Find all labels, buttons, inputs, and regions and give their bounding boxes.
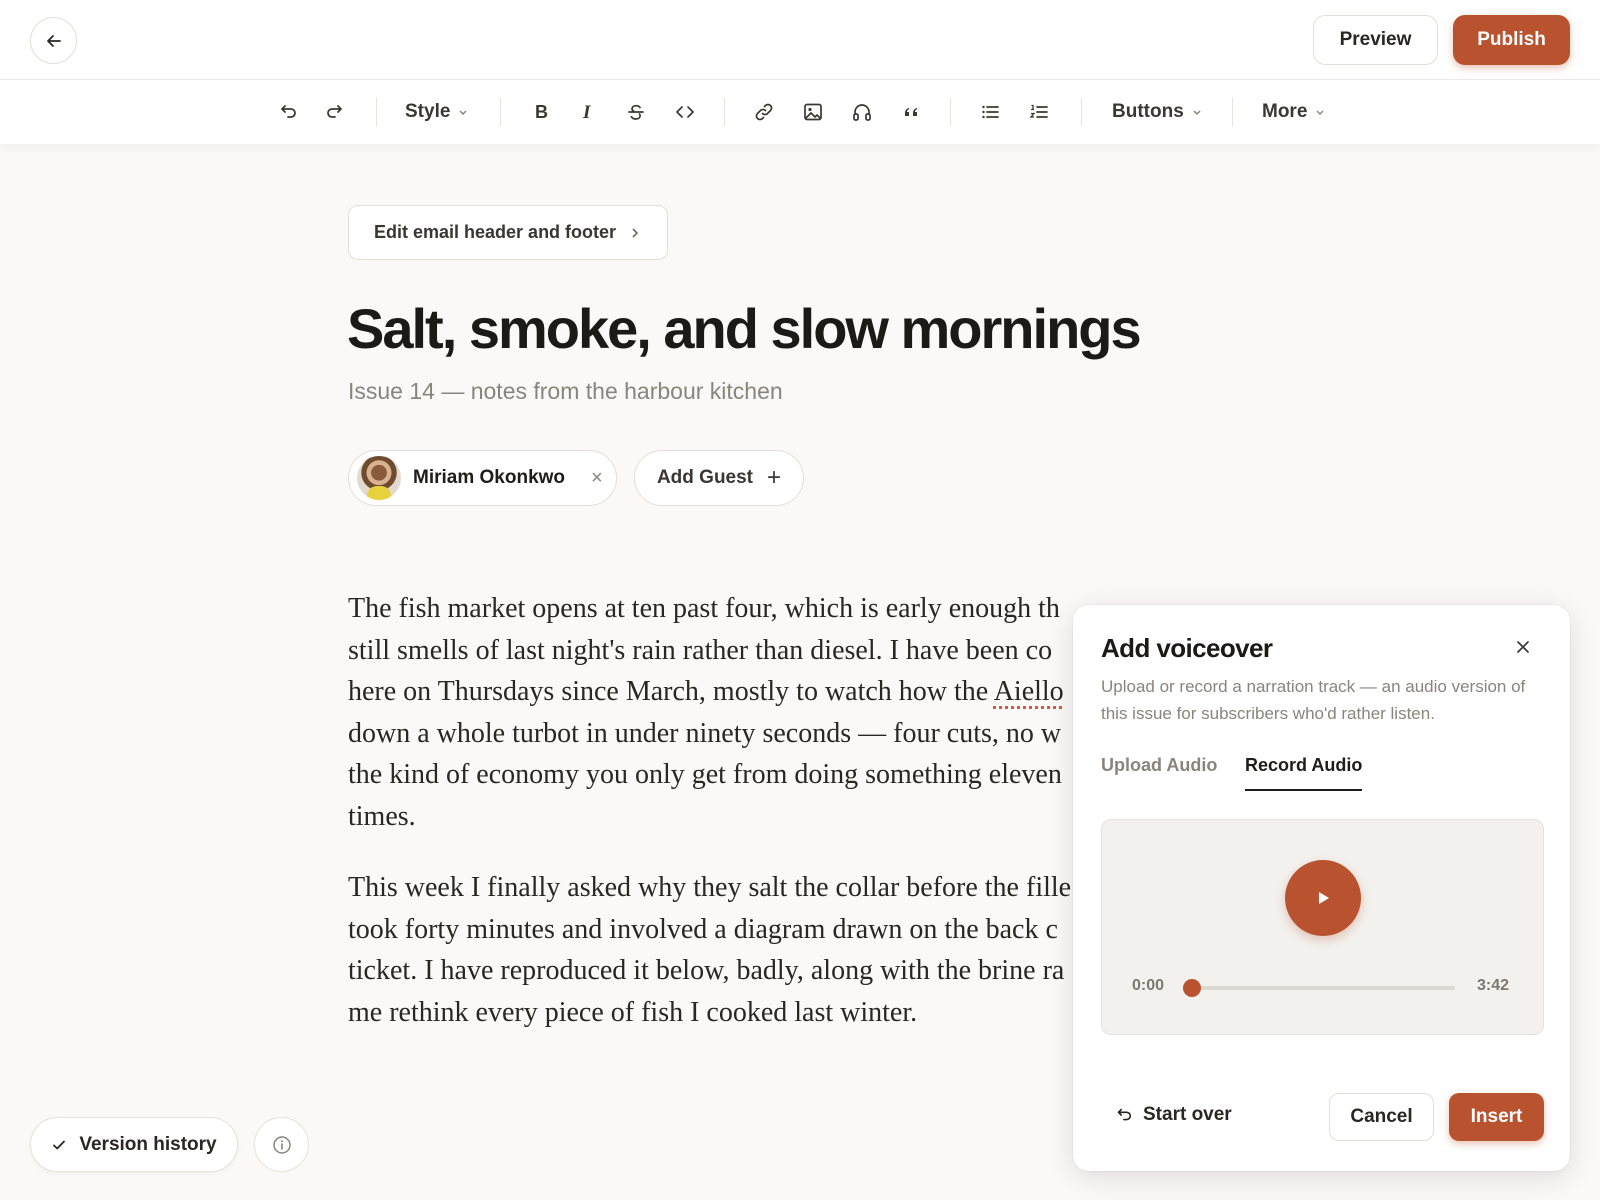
progress-track[interactable] [1192,986,1455,990]
insert-button[interactable]: Insert [1449,1093,1544,1141]
close-button[interactable] [1511,635,1535,659]
headphones-icon [853,104,871,121]
top-bar: Preview Publish [0,0,1600,80]
strikethrough-button[interactable] [620,96,652,128]
tab-record-audio[interactable]: Record Audio [1245,755,1363,791]
link-icon [755,103,773,121]
italic-button[interactable]: I [571,96,603,128]
check-icon [53,1140,66,1149]
cancel-button[interactable]: Cancel [1329,1093,1434,1141]
numbered-list-button[interactable] [1023,96,1055,128]
toolbar-divider [376,98,377,126]
author-chip[interactable]: Miriam Okonkwo × [348,450,617,506]
italic-icon: I [582,102,591,122]
quote-icon [905,108,917,116]
code-icon [676,106,694,118]
publish-button[interactable]: Publish [1453,15,1570,65]
version-history-label: Version history [79,1133,217,1155]
chevron-right-icon [632,227,639,238]
post-subtitle[interactable]: Issue 14 — notes from the harbour kitche… [348,378,783,405]
buttons-label: Buttons [1112,101,1184,122]
preview-button[interactable]: Preview [1313,15,1438,65]
chevron-down-icon [459,110,467,116]
dialog-title: Add voiceover [1101,633,1273,663]
redo-icon [327,105,342,118]
numbered-list-icon [1029,104,1048,118]
play-icon [1319,892,1329,904]
quote-button[interactable] [895,96,927,128]
buttons-dropdown[interactable]: Buttons [1112,96,1202,128]
chevron-down-icon [1316,110,1324,116]
toolbar-divider [724,98,725,126]
start-over-button[interactable]: Start over [1113,1095,1232,1135]
play-button[interactable] [1285,860,1361,936]
text-run: here on Thursdays since March, mostly to… [348,676,994,707]
scrubber-handle[interactable] [1183,979,1201,997]
add-guest-button[interactable]: Add Guest + [634,450,804,506]
arrow-left-icon [46,34,61,47]
undo-icon [281,105,296,118]
plus-icon: + [767,464,782,491]
remove-author-icon[interactable]: × [591,467,603,490]
audio-button[interactable] [846,96,878,128]
style-label: Style [405,101,451,122]
current-time: 0:00 [1132,977,1165,994]
bullet-list-icon [982,105,999,119]
undo-button[interactable] [271,96,303,128]
style-dropdown[interactable]: Style [405,96,468,128]
author-name: Miriam Okonkwo [413,467,566,488]
toolbar-divider [1081,98,1082,126]
bullet-list-button[interactable] [974,96,1006,128]
svg-text:B: B [535,102,548,122]
info-icon [272,1135,291,1154]
audio-player: 0:00 3:42 [1101,819,1544,1035]
undo-icon [1117,1108,1132,1121]
strikethrough-icon [628,104,644,120]
add-guest-label: Add Guest [656,467,754,488]
toolbar-divider [1232,98,1233,126]
svg-text:I: I [582,102,591,122]
toolbar-divider [950,98,951,126]
more-label: More [1262,101,1308,122]
image-icon [804,103,822,121]
add-voiceover-dialog: Add voiceover Upload or record a narrati… [1073,605,1570,1171]
link-button[interactable] [748,96,780,128]
post-title[interactable]: Salt, smoke, and slow mornings [347,296,1247,361]
back-button[interactable] [30,17,77,64]
version-history-button[interactable]: Version history [30,1117,238,1172]
code-button[interactable] [669,96,701,128]
start-over-label: Start over [1143,1104,1232,1125]
duration: 3:42 [1477,977,1510,994]
info-button[interactable] [254,1117,309,1172]
tab-upload-audio[interactable]: Upload Audio [1101,755,1217,791]
avatar [357,456,401,500]
toolbar-divider [500,98,501,126]
formatting-toolbar: Style B I Buttons More [0,80,1600,144]
close-icon [1517,641,1529,653]
image-button[interactable] [797,96,829,128]
redo-button[interactable] [320,96,352,128]
bold-button[interactable]: B [525,96,557,128]
edit-email-header-footer-button[interactable]: Edit email header and footer [348,205,668,260]
more-dropdown[interactable]: More [1262,96,1325,128]
dialog-description: Upload or record a narration track — an … [1101,677,1526,723]
bold-icon: B [535,102,548,122]
spellcheck-word: Aiello [993,676,1064,707]
edit-header-label: Edit email header and footer [374,222,617,242]
chevron-down-icon [1193,110,1201,116]
